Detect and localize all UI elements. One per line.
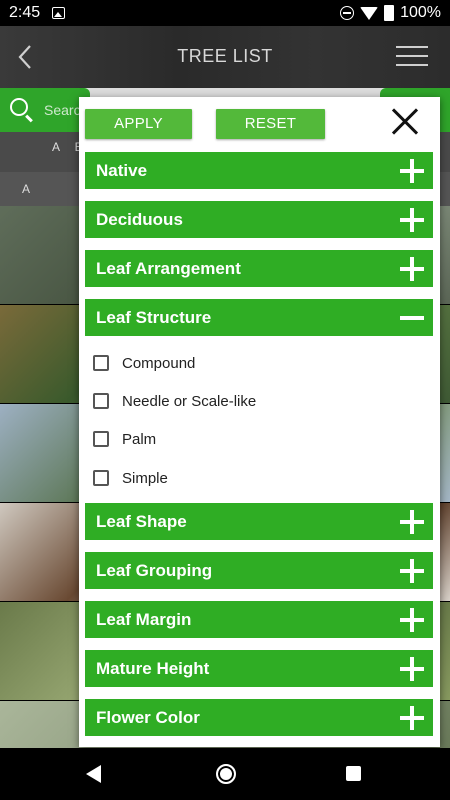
option-label: Compound xyxy=(122,355,196,372)
option-simple[interactable]: Simple xyxy=(93,468,413,490)
list-section-letter: A xyxy=(22,182,31,196)
apply-button[interactable]: APPLY xyxy=(85,109,192,139)
section-leaf-grouping[interactable]: Leaf Grouping xyxy=(85,552,433,589)
plus-icon xyxy=(400,559,424,583)
search-icon xyxy=(10,98,28,116)
section-leaf-margin[interactable]: Leaf Margin xyxy=(85,601,433,638)
plus-icon xyxy=(400,208,424,232)
section-leaf-shape[interactable]: Leaf Shape xyxy=(85,503,433,540)
reset-button[interactable]: RESET xyxy=(216,109,325,139)
option-label: Palm xyxy=(122,431,157,448)
wifi-icon xyxy=(360,6,379,20)
section-flower-color[interactable]: Flower Color xyxy=(85,699,433,736)
option-needle-or-scale-like[interactable]: Needle or Scale-like xyxy=(93,391,413,413)
checkbox[interactable] xyxy=(93,431,109,447)
section-label: Native xyxy=(96,161,148,180)
navigation-bar xyxy=(0,748,450,800)
section-leaf-structure[interactable]: Leaf Structure xyxy=(85,299,433,336)
nav-recents-icon[interactable] xyxy=(346,766,361,781)
section-label: Leaf Grouping xyxy=(96,561,213,580)
section-label: Deciduous xyxy=(96,210,183,229)
nav-home-icon[interactable] xyxy=(216,764,236,784)
battery-percent: 100% xyxy=(400,4,441,21)
section-label: Leaf Margin xyxy=(96,610,192,629)
battery-icon xyxy=(384,5,395,21)
menu-icon xyxy=(396,46,428,48)
do-not-disturb-icon xyxy=(340,6,355,20)
app-header: TREE LIST xyxy=(0,26,450,88)
search-placeholder: Searc xyxy=(44,102,81,118)
section-label: Leaf Structure xyxy=(96,308,212,327)
option-compound[interactable]: Compound xyxy=(93,353,413,375)
section-mature-height[interactable]: Mature Height xyxy=(85,650,433,687)
section-label: Mature Height xyxy=(96,659,210,678)
option-palm[interactable]: Palm xyxy=(93,429,413,451)
plus-icon xyxy=(400,657,424,681)
section-leaf-arrangement[interactable]: Leaf Arrangement xyxy=(85,250,433,287)
minus-icon xyxy=(400,306,424,330)
section-label: Flower Color xyxy=(96,708,200,727)
section-label: Leaf Arrangement xyxy=(96,259,241,278)
menu-button[interactable] xyxy=(396,46,428,73)
section-label: Leaf Shape xyxy=(96,512,187,531)
plus-icon xyxy=(400,608,424,632)
plus-icon xyxy=(400,159,424,183)
page-title: TREE LIST xyxy=(177,46,273,66)
filter-modal: APPLY RESET Native Deciduous Leaf Arrang… xyxy=(79,97,440,747)
status-bar: 2:45 100% xyxy=(0,0,450,26)
status-icons: 100% xyxy=(340,4,441,22)
checkbox[interactable] xyxy=(93,470,109,486)
image-notification-icon xyxy=(52,7,65,19)
plus-icon xyxy=(400,257,424,281)
plus-icon xyxy=(400,706,424,730)
nav-back-icon[interactable] xyxy=(86,765,101,783)
checkbox[interactable] xyxy=(93,393,109,409)
plus-icon xyxy=(400,510,424,534)
section-native[interactable]: Native xyxy=(85,152,433,189)
section-deciduous[interactable]: Deciduous xyxy=(85,201,433,238)
close-icon[interactable] xyxy=(390,107,420,137)
checkbox[interactable] xyxy=(93,355,109,371)
option-label: Simple xyxy=(122,470,168,487)
option-label: Needle or Scale-like xyxy=(122,393,257,410)
status-time: 2:45 xyxy=(9,4,41,21)
